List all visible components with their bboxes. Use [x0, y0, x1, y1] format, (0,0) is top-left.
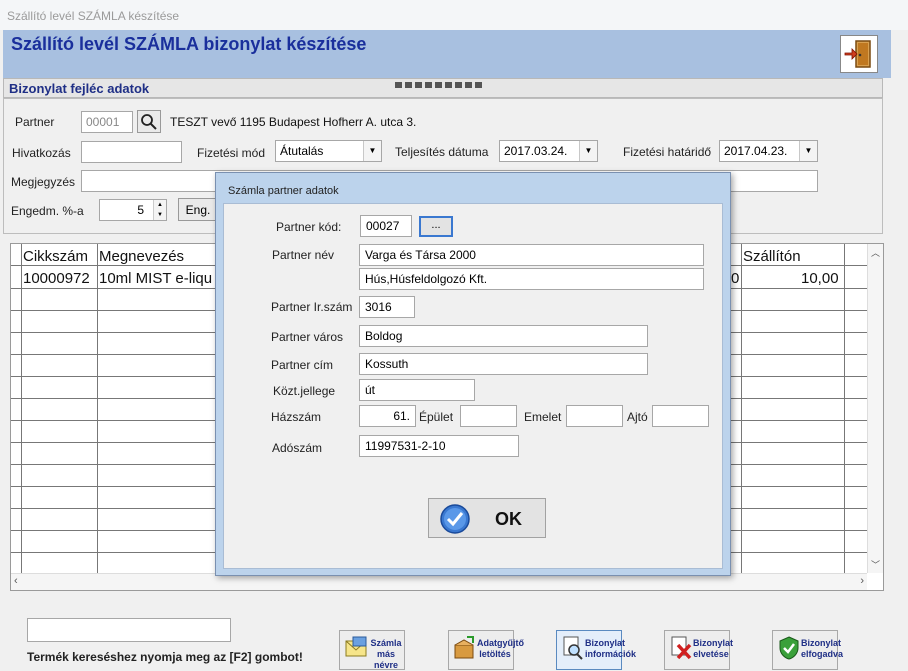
page-title: Szállító levél SZÁMLA bizonylat készítés… [11, 34, 367, 54]
button-label: Bizonylat információk [585, 638, 637, 659]
epulet-label: Épület [419, 410, 454, 424]
adoszam-label: Adószám [272, 441, 323, 455]
emelet-field[interactable] [566, 405, 623, 427]
product-search-input[interactable] [27, 618, 231, 642]
cim-label: Partner cím [271, 358, 334, 372]
cim-field[interactable]: Kossuth [359, 353, 648, 375]
irszam-field[interactable]: 3016 [359, 296, 415, 318]
partner-code-field[interactable]: 00001 [81, 111, 133, 133]
bizonylat-informaciok-button[interactable]: Bizonylat információk [556, 630, 637, 670]
dialog-title: Számla partner adatok [228, 185, 339, 197]
eng-button[interactable]: Eng. [178, 198, 218, 221]
emelet-label: Emelet [524, 410, 562, 424]
irszam-label: Partner Ir.szám [271, 300, 353, 314]
scroll-left-icon[interactable]: ‹ [14, 575, 18, 587]
chevron-down-icon: ▼ [579, 141, 597, 161]
package-icon [454, 636, 474, 659]
engedm-label: Engedm. %-a [11, 204, 84, 218]
engedm-value: 5 [137, 203, 144, 217]
szamla-mas-nevre-button[interactable]: Számla más névre [339, 630, 405, 670]
partner-label: Partner [15, 115, 55, 129]
epulet-field[interactable] [460, 405, 517, 427]
exit-button[interactable] [840, 35, 878, 73]
chevron-down-icon: ▼ [363, 141, 381, 161]
window-title: Szállító levél SZÁMLA készítése [7, 9, 180, 23]
button-label: Számla más névre [370, 638, 402, 670]
hazszam-label: Házszám [271, 410, 322, 424]
hatarido-value: 2017.04.23. [724, 144, 788, 158]
partner-lookup-button[interactable]: ... [419, 216, 453, 237]
column-header-megnevezes[interactable]: Megnevezés [99, 248, 184, 265]
section-title: Bizonylat fejléc adatok [9, 81, 150, 96]
bizonylat-elfogadva-button[interactable]: Bizonylat elfogadva [772, 630, 844, 670]
shield-check-icon [779, 636, 799, 660]
dialog-body: Partner kód: 00027 ... Partner név Varga… [223, 203, 723, 569]
partner-kod-field[interactable]: 00027 [360, 215, 412, 237]
bizonylat-elvetese-button[interactable]: Bizonylat elvetése [664, 630, 734, 670]
partner-description: TESZT vevő 1195 Budapest Hofherr A. utca… [170, 115, 417, 129]
fizetesi-mod-value: Átutalás [280, 144, 324, 158]
drag-handle[interactable] [395, 82, 482, 90]
fizetesi-mod-label: Fizetési mód [197, 146, 266, 160]
hatarido-date-picker[interactable]: 2017.04.23. ▼ [719, 140, 818, 162]
ajto-label: Ajtó [627, 410, 648, 424]
partner-nev-label: Partner név [272, 248, 335, 262]
table-cell-cikkszam[interactable]: 10000972 [23, 270, 90, 287]
stepper-arrows[interactable]: ▲ ▼ [153, 200, 166, 220]
hazszam-field[interactable]: 61. [359, 405, 416, 427]
button-label: Adatgyűjtő letöltés [477, 638, 524, 659]
partner-data-dialog: Számla partner adatok Partner kód: 00027… [215, 172, 731, 576]
kozt-field[interactable]: út [359, 379, 475, 401]
scroll-down-icon[interactable]: ﹀ [871, 558, 880, 571]
ajto-field[interactable] [652, 405, 709, 427]
scroll-right-icon[interactable]: › [860, 575, 864, 587]
partner-kod-label: Partner kód: [276, 220, 342, 234]
table-cell-szallitott[interactable]: 10,00 [801, 270, 839, 287]
checkmark-circle-icon [440, 504, 470, 534]
ok-label: OK [495, 509, 522, 529]
button-label: Bizonylat elfogadva [801, 638, 844, 659]
ok-button[interactable]: OK [428, 498, 546, 538]
adatgyujto-letoltes-button[interactable]: Adatgyűjtő letöltés [448, 630, 524, 670]
vertical-scrollbar[interactable]: ︿ ﹀ [867, 244, 883, 573]
teljesites-label: Teljesítés dátuma [395, 145, 489, 159]
column-header-szallitott[interactable]: Szállítón [743, 248, 801, 265]
partner-nev-field-2[interactable]: Hús,Húsfeldolgozó Kft. [359, 268, 704, 290]
teljesites-date-picker[interactable]: 2017.03.24. ▼ [499, 140, 598, 162]
envelope-icon [345, 636, 367, 657]
teljesites-value: 2017.03.24. [504, 144, 568, 158]
kozt-label: Közt.jellege [273, 384, 336, 398]
button-label: Bizonylat elvetése [693, 638, 734, 659]
hivatkozas-input[interactable] [81, 141, 182, 163]
table-cell-megnevezes[interactable]: 10ml MIST e-liqu [99, 270, 212, 287]
partner-nev-field-1[interactable]: Varga és Társa 2000 [359, 244, 704, 266]
exit-door-icon [844, 40, 871, 68]
megjegyzes-label: Megjegyzés [11, 175, 76, 189]
hatarido-label: Fizetési határidő [623, 145, 712, 159]
window-titlebar: Szállító levél SZÁMLA készítése [0, 0, 908, 30]
hivatkozas-label: Hivatkozás [12, 146, 71, 160]
varos-label: Partner város [271, 330, 344, 344]
search-icon [141, 114, 157, 130]
chevron-down-icon: ▼ [799, 141, 817, 161]
search-hint: Termék kereséshez nyomja meg az [F2] gom… [27, 650, 303, 664]
magnifier-document-icon [563, 636, 583, 660]
table-cell-partial[interactable]: 0 [731, 270, 739, 287]
column-header-cikkszam[interactable]: Cikkszám [23, 248, 88, 265]
reject-document-icon [671, 636, 692, 660]
scroll-up-icon[interactable]: ︿ [871, 246, 880, 259]
varos-field[interactable]: Boldog [359, 325, 648, 347]
adoszam-field[interactable]: 11997531-2-10 [359, 435, 519, 457]
page-header: Szállító levél SZÁMLA bizonylat készítés… [3, 30, 891, 78]
fizetesi-mod-select[interactable]: Átutalás ▼ [275, 140, 382, 162]
partner-search-button[interactable] [137, 110, 161, 133]
